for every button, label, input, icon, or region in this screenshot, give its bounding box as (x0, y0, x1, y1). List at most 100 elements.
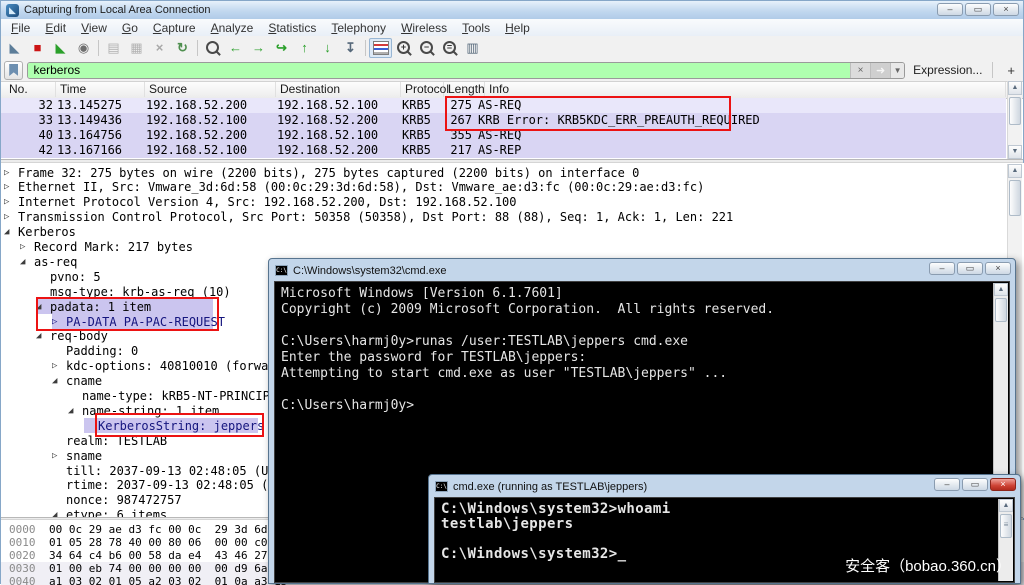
packet-rows: 3213.145275192.168.52.200192.168.52.100K… (1, 98, 1006, 159)
column-header-destination[interactable]: Destination (277, 82, 401, 97)
wireshark-icon: ◣ (6, 4, 19, 17)
scroll-up-icon[interactable]: ▲ (999, 499, 1013, 512)
packet-row-32[interactable]: 3213.145275192.168.52.200192.168.52.100K… (1, 98, 1006, 113)
maximize-button[interactable]: ▭ (957, 262, 983, 275)
menu-wireless[interactable]: Wireless (394, 20, 455, 36)
tree-row[interactable]: ▷Internet Protocol Version 4, Src: 192.1… (1, 195, 1024, 210)
collapse-icon[interactable]: ◢ (68, 406, 82, 416)
tree-row[interactable]: ▷Transmission Control Protocol, Src Port… (1, 210, 1024, 225)
open-file-icon[interactable]: ▤ (102, 38, 125, 58)
menu-capture[interactable]: Capture (146, 20, 204, 36)
tree-row[interactable]: ▷Frame 32: 275 bytes on wire (2200 bits)… (1, 165, 1024, 180)
cell-info: KRB Error: KRB5KDC_ERR_PREAUTH_REQUIRED (478, 113, 1003, 128)
menu-go[interactable]: Go (115, 20, 146, 36)
filter-apply-button[interactable]: ➜ (870, 63, 890, 78)
expand-icon[interactable]: ▷ (4, 168, 18, 178)
collapse-icon[interactable]: ◢ (4, 227, 18, 237)
save-file-icon[interactable]: ▦ (125, 38, 148, 58)
add-filter-button[interactable]: + (999, 63, 1023, 78)
colorize-icon[interactable] (369, 38, 392, 58)
close-button[interactable]: × (990, 478, 1016, 491)
packet-row-42[interactable]: 4213.167166192.168.52.100192.168.52.200K… (1, 143, 1006, 158)
scrollbar-thumb[interactable] (1009, 97, 1021, 125)
menu-statistics[interactable]: Statistics (261, 20, 324, 36)
bookmark-icon (9, 64, 18, 76)
menu-analyze[interactable]: Analyze (204, 20, 262, 36)
expand-icon[interactable]: ▷ (52, 317, 66, 327)
collapse-icon[interactable]: ◢ (36, 331, 50, 341)
expand-icon[interactable]: ▷ (52, 451, 66, 461)
minimize-button[interactable]: – (937, 3, 963, 16)
filter-clear-button[interactable]: × (850, 63, 870, 78)
menu-tools[interactable]: Tools (455, 20, 498, 36)
capture-options-icon[interactable]: ◉ (72, 38, 95, 58)
menu-view[interactable]: View (74, 20, 115, 36)
packet-row-33[interactable]: 3313.149436192.168.52.100192.168.52.200K… (1, 113, 1006, 128)
titlebar[interactable]: ◣ Capturing from Local Area Connection –… (1, 1, 1023, 19)
collapse-icon[interactable]: ◢ (36, 302, 50, 312)
close-button[interactable]: × (993, 3, 1019, 16)
close-button[interactable]: × (985, 262, 1011, 275)
scroll-up-icon[interactable]: ▲ (1008, 81, 1022, 95)
stop-capture-icon[interactable]: ■ (26, 38, 49, 58)
cell-time: 13.164756 (57, 128, 143, 143)
go-to-packet-icon[interactable]: ↪ (270, 38, 293, 58)
tree-row[interactable]: ◢Kerberos (1, 225, 1024, 240)
menu-file[interactable]: File (4, 20, 38, 36)
console-line: C:\Windows\system32>whoami (441, 502, 994, 517)
column-header-info[interactable]: Info (486, 82, 1006, 97)
column-header-time[interactable]: Time (57, 82, 145, 97)
scrollbar-thumb[interactable] (1000, 514, 1012, 538)
tree-row[interactable]: ▷Record Mark: 217 bytes (1, 240, 1024, 255)
find-packet-icon[interactable] (201, 38, 224, 58)
restore-button[interactable]: ▭ (965, 3, 991, 16)
scrollbar-thumb[interactable] (995, 298, 1007, 322)
go-forward-icon[interactable]: → (247, 38, 270, 58)
zoom-in-icon[interactable]: + (392, 38, 415, 58)
column-header-length[interactable]: Length (445, 82, 485, 97)
cmd2-titlebar[interactable]: C:\ cmd.exe (running as TESTLAB\jeppers) (433, 477, 1016, 496)
expand-icon[interactable]: ▷ (20, 242, 34, 252)
menu-edit[interactable]: Edit (38, 20, 74, 36)
display-filter-input[interactable] (28, 63, 850, 78)
maximize-button[interactable]: ▭ (962, 478, 988, 491)
column-header-source[interactable]: Source (146, 82, 276, 97)
zoom-100-icon[interactable]: = (438, 38, 461, 58)
cell-protocol: KRB5 (402, 143, 441, 158)
collapse-icon[interactable]: ◢ (52, 376, 66, 386)
zoom-out-icon[interactable]: − (415, 38, 438, 58)
expand-icon[interactable]: ▷ (4, 197, 18, 207)
start-capture-icon[interactable]: ◣ (3, 38, 26, 58)
minimize-button[interactable]: – (929, 262, 955, 275)
filter-dropdown-button[interactable]: ▼ (890, 63, 904, 78)
packet-list-scrollbar[interactable]: ▲ ▼ (1007, 81, 1022, 159)
column-header-no[interactable]: No. (6, 82, 56, 97)
filter-bookmark-button[interactable] (4, 61, 23, 80)
menu-telephony[interactable]: Telephony (324, 20, 394, 36)
scrollbar-thumb[interactable] (1009, 180, 1021, 216)
scroll-up-icon[interactable]: ▲ (994, 283, 1008, 296)
scroll-up-icon[interactable]: ▲ (1008, 164, 1022, 178)
console-line: Attempting to start cmd.exe as user "TES… (281, 366, 989, 382)
tree-row[interactable]: ▷Ethernet II, Src: Vmware_3d:6d:58 (00:0… (1, 180, 1024, 195)
expand-icon[interactable]: ▷ (4, 182, 18, 192)
minimize-button[interactable]: – (934, 478, 960, 491)
scroll-down-icon[interactable]: ▼ (1008, 145, 1022, 159)
cmd1-titlebar[interactable]: C:\ C:\Windows\system32\cmd.exe (273, 261, 1011, 280)
expression-button[interactable]: Expression... (909, 63, 986, 77)
restart-capture-icon[interactable]: ◣ (49, 38, 72, 58)
auto-scroll-icon[interactable]: ↧ (339, 38, 362, 58)
column-header-protocol[interactable]: Protocol (402, 82, 444, 97)
collapse-icon[interactable]: ◢ (20, 257, 34, 267)
resize-columns-icon[interactable]: ▥ (461, 38, 484, 58)
go-back-icon[interactable]: ← (224, 38, 247, 58)
go-first-icon[interactable]: ↑ (293, 38, 316, 58)
packet-row-40[interactable]: 4013.164756192.168.52.200192.168.52.100K… (1, 128, 1006, 143)
close-file-icon[interactable]: × (148, 38, 171, 58)
cell-protocol: KRB5 (402, 98, 441, 113)
reload-icon[interactable]: ↻ (171, 38, 194, 58)
expand-icon[interactable]: ▷ (52, 361, 66, 371)
go-last-icon[interactable]: ↓ (316, 38, 339, 58)
expand-icon[interactable]: ▷ (4, 212, 18, 222)
menu-help[interactable]: Help (498, 20, 538, 36)
